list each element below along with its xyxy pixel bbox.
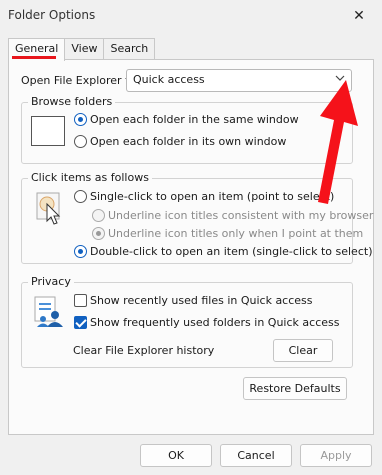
open-explorer-value: Quick access <box>133 73 205 86</box>
same-window-label: Open each folder in the same window <box>90 113 299 126</box>
own-window-label: Open each folder in its own window <box>90 135 287 148</box>
tab-view[interactable]: View <box>64 38 105 60</box>
window-icon <box>31 116 65 146</box>
pointer-icon <box>33 191 67 229</box>
annotation-underline <box>12 56 56 59</box>
single-click-label: Single-click to open an item (point to s… <box>90 190 335 203</box>
radio-double-click[interactable] <box>74 245 87 258</box>
radio-underline-point[interactable] <box>92 227 105 240</box>
privacy-title: Privacy <box>28 275 74 288</box>
close-icon[interactable]: ✕ <box>336 0 382 32</box>
clear-history-label: Clear File Explorer history <box>73 344 215 357</box>
underline-browser-label: Underline icon titles consistent with my… <box>108 209 374 222</box>
frequent-folders-label: Show frequently used folders in Quick ac… <box>90 316 340 329</box>
tab-search[interactable]: Search <box>103 38 156 60</box>
title-bar: Folder Options ✕ <box>0 0 382 32</box>
double-click-label: Double-click to open an item (single-cli… <box>90 245 373 258</box>
folder-people-icon <box>33 293 67 329</box>
annotation-arrow-icon <box>318 80 358 204</box>
restore-defaults-button[interactable]: Restore Defaults <box>243 377 347 400</box>
recent-files-label: Show recently used files in Quick access <box>90 294 313 307</box>
cancel-button[interactable]: Cancel <box>220 444 292 467</box>
radio-single-click[interactable] <box>74 190 87 203</box>
open-explorer-label: Open File Explorer to: <box>21 74 140 87</box>
ok-button[interactable]: OK <box>140 444 212 467</box>
checkbox-recent-files[interactable] <box>74 294 87 307</box>
checkbox-frequent-folders[interactable] <box>74 316 87 329</box>
apply-button[interactable]: Apply <box>300 444 372 467</box>
click-items-title: Click items as follows <box>28 171 152 184</box>
radio-underline-browser[interactable] <box>92 209 105 222</box>
browse-folders-title: Browse folders <box>28 95 116 108</box>
window-title: Folder Options <box>8 8 96 22</box>
radio-own-window[interactable] <box>74 135 87 148</box>
underline-point-label: Underline icon titles only when I point … <box>108 227 364 240</box>
clear-button[interactable]: Clear <box>273 339 333 362</box>
radio-same-window[interactable] <box>74 113 87 126</box>
